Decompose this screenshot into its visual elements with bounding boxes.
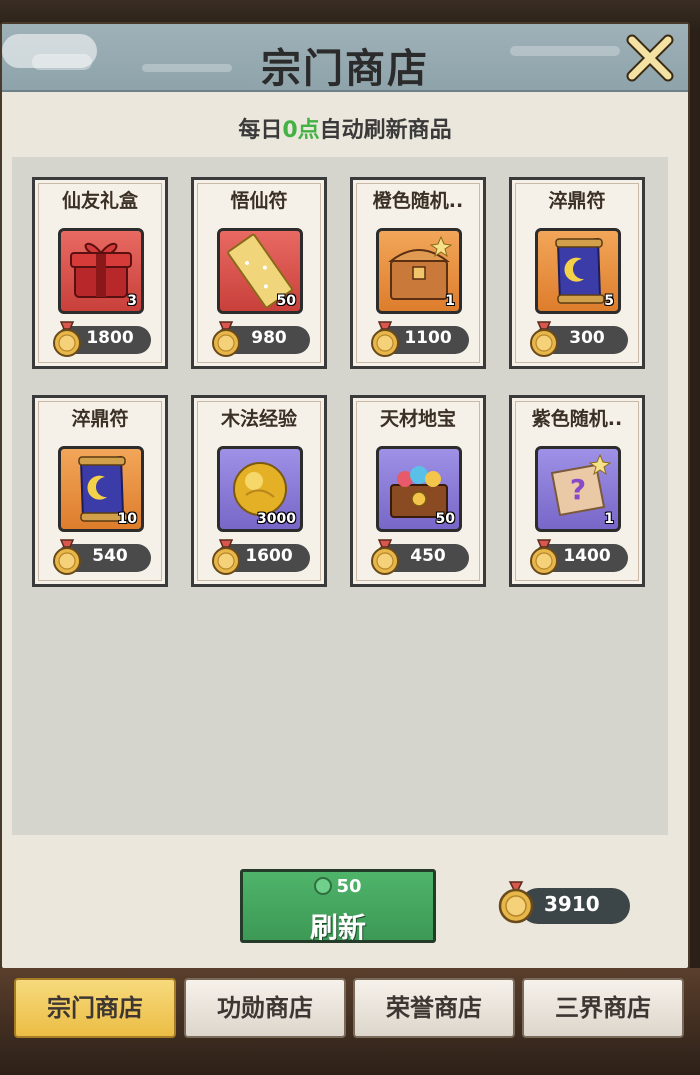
close-icon — [626, 34, 674, 82]
close-button[interactable] — [624, 32, 676, 84]
item-icon-box: 3 — [58, 228, 144, 314]
tab-sect-shop[interactable]: 宗门商店 — [14, 978, 176, 1038]
shop-item-card[interactable]: 淬鼎符 5 300 — [509, 177, 645, 369]
item-icon-box: 50 — [376, 446, 462, 532]
item-name: 淬鼎符 — [71, 408, 129, 430]
item-price: 540 — [92, 546, 128, 566]
item-price: 450 — [410, 546, 446, 566]
item-icon-box: 50 — [217, 228, 303, 314]
item-price: 980 — [251, 328, 287, 348]
svg-text:?: ? — [570, 473, 586, 506]
sect-coin-icon — [498, 881, 534, 924]
panel-header: 宗门商店 — [2, 24, 688, 92]
item-name: 淬鼎符 — [548, 190, 606, 212]
item-icon-box: ? 1 — [535, 446, 621, 532]
shop-item-card[interactable]: 天材地宝 50 450 — [350, 395, 486, 587]
shop-item-card[interactable]: 仙友礼盒 3 1800 — [32, 177, 168, 369]
shop-item-card[interactable]: 橙色随机.. 1 1100 — [350, 177, 486, 369]
page-title: 宗门商店 — [261, 45, 429, 92]
item-name: 悟仙符 — [230, 190, 288, 212]
refresh-note-time: 0点 — [282, 118, 320, 143]
refresh-cost: 50 — [243, 876, 433, 897]
item-price: 1400 — [563, 546, 611, 566]
item-icon-box: 3000 — [217, 446, 303, 532]
item-count: 1 — [445, 293, 455, 309]
shop-item-card[interactable]: 悟仙符 50 980 — [191, 177, 327, 369]
item-price: 300 — [569, 328, 605, 348]
shop-item-card[interactable]: 木法经验 3000 1600 — [191, 395, 327, 587]
item-count: 50 — [276, 293, 296, 309]
refresh-cost-value: 50 — [336, 876, 362, 897]
item-name: 天材地宝 — [379, 408, 456, 430]
item-icon-box: 10 — [58, 446, 144, 532]
item-name: 橙色随机.. — [372, 190, 464, 212]
refresh-button[interactable]: 50 刷新 — [240, 869, 436, 944]
item-count: 3 — [127, 293, 137, 309]
refresh-label: 刷新 — [309, 911, 366, 944]
shop-item-card[interactable]: 淬鼎符 10 540 — [32, 395, 168, 587]
tab-three-realms-shop[interactable]: 三界商店 — [522, 978, 684, 1038]
item-count: 50 — [435, 511, 455, 527]
item-icon-box: 5 — [535, 228, 621, 314]
item-icon-box: 1 — [376, 228, 462, 314]
item-count: 3000 — [257, 511, 296, 527]
balance-value: 3910 — [544, 892, 600, 916]
item-name: 紫色随机.. — [531, 408, 623, 430]
jade-icon — [314, 877, 333, 895]
item-count: 1 — [604, 511, 614, 527]
tab-merit-shop[interactable]: 功勋商店 — [184, 978, 346, 1038]
item-price: 1800 — [86, 328, 134, 348]
tab-honor-shop[interactable]: 荣誉商店 — [353, 978, 515, 1038]
refresh-note: 每日0点自动刷新商品 — [2, 112, 688, 144]
item-count: 10 — [117, 511, 137, 527]
shop-item-card[interactable]: 紫色随机..? 1 1400 — [509, 395, 645, 587]
refresh-note-suffix: 自动刷新商品 — [319, 118, 452, 143]
item-name: 木法经验 — [220, 408, 297, 430]
item-name: 仙友礼盒 — [61, 190, 138, 212]
refresh-note-prefix: 每日 — [238, 118, 283, 143]
item-count: 5 — [604, 293, 614, 309]
item-price: 1600 — [245, 546, 293, 566]
item-price: 1100 — [404, 328, 452, 348]
